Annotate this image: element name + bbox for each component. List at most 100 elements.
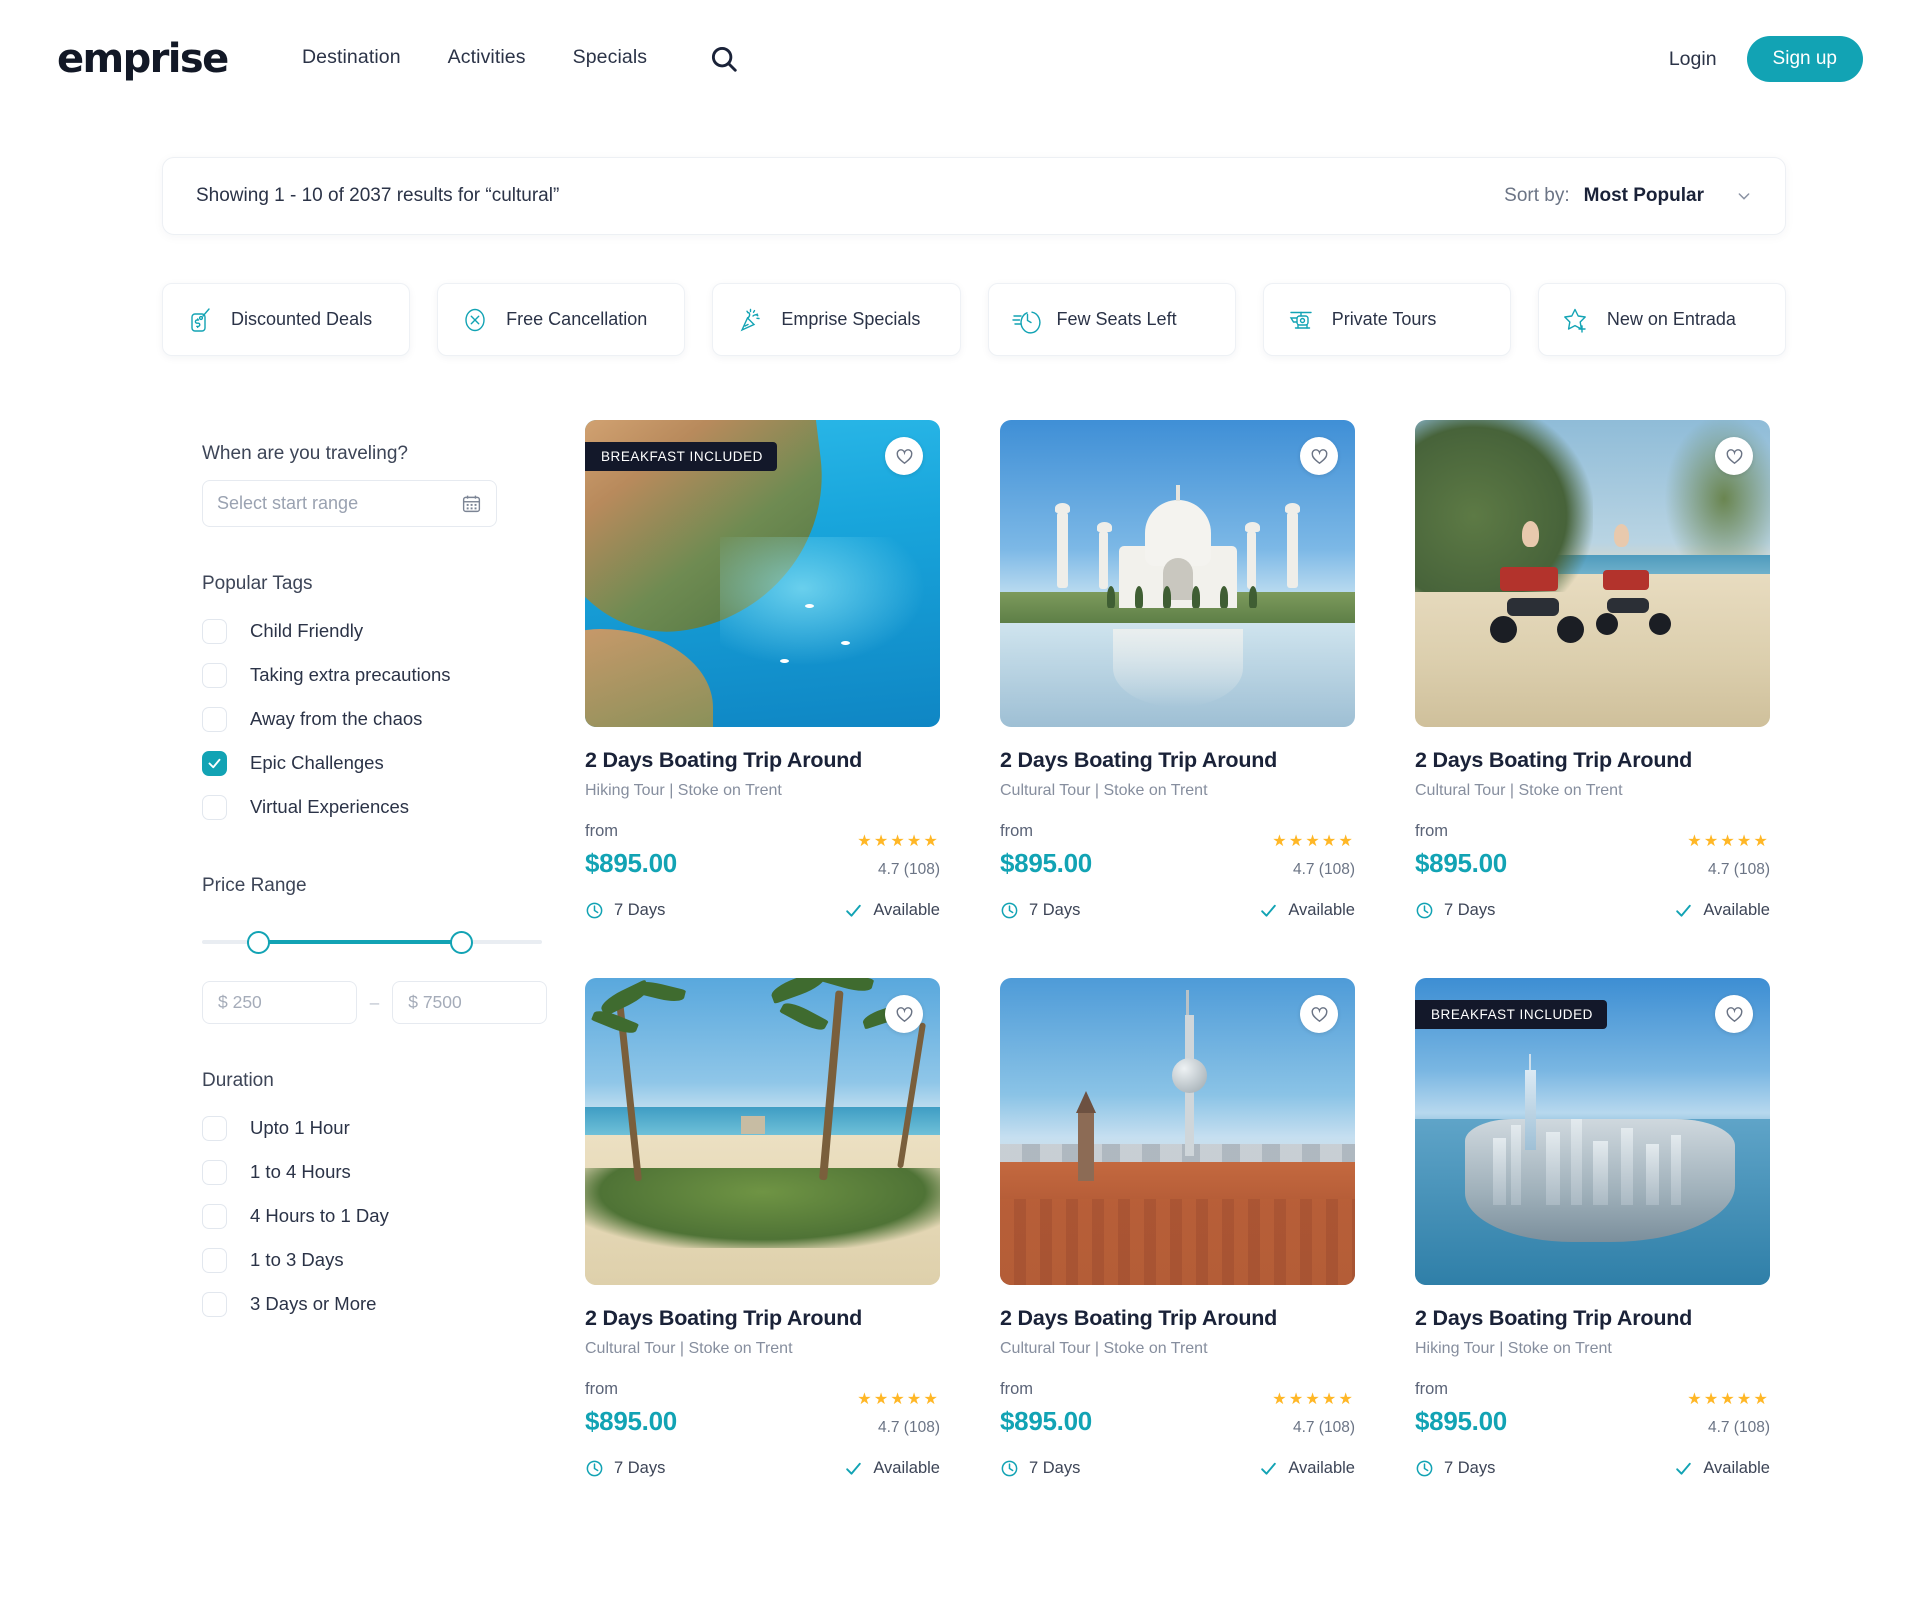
login-link[interactable]: Login <box>1669 48 1717 71</box>
rating-stars: ★★★★★ <box>1687 833 1770 850</box>
favorite-heart-icon[interactable] <box>1300 437 1338 475</box>
date-range-input[interactable]: Select start range <box>202 480 497 527</box>
tour-thumbnail[interactable]: BREAKFAST INCLUDED <box>1415 978 1770 1285</box>
tour-card[interactable]: 2 Days Boating Trip Around Cultural Tour… <box>1000 978 1355 1478</box>
checkbox[interactable] <box>202 794 227 820</box>
duration-section: Duration Upto 1 Hour 1 to 4 Hours 4 Hour… <box>202 1070 547 1326</box>
sort-dropdown[interactable]: Sort by: Most Popular <box>1504 185 1752 207</box>
favorite-heart-icon[interactable] <box>1715 437 1753 475</box>
price-range-title: Price Range <box>202 875 307 896</box>
tag-child-friendly[interactable]: Child Friendly <box>202 609 547 653</box>
tour-subtitle: Hiking Tour | Stoke on Trent <box>1415 1340 1612 1357</box>
tag-taking-extra-precautions[interactable]: Taking extra precautions <box>202 653 547 697</box>
checkbox[interactable] <box>202 662 227 688</box>
filter-chip-emprise-specials[interactable]: Emprise Specials <box>712 283 961 356</box>
duration-1-to-4-hours[interactable]: 1 to 4 Hours <box>202 1150 547 1194</box>
check-icon <box>844 1459 863 1478</box>
price-range-slider[interactable] <box>202 927 542 957</box>
tour-meta-row: 7 Days Available <box>585 1459 940 1478</box>
checkbox[interactable] <box>202 618 227 644</box>
filter-chip-label: Discounted Deals <box>231 309 373 329</box>
tour-card[interactable]: 2 Days Boating Trip Around Cultural Tour… <box>585 978 940 1478</box>
checkbox[interactable] <box>202 750 227 776</box>
tour-availability-label: Available <box>1703 1459 1770 1477</box>
tour-card[interactable]: 2 Days Boating Trip Around Cultural Tour… <box>1415 420 1770 920</box>
search-icon[interactable] <box>709 44 739 74</box>
date-filter-title: When are you traveling? <box>202 443 408 464</box>
slider-handle-max[interactable] <box>450 931 473 954</box>
results-count-text: Showing 1 - 10 of 2037 results for “cult… <box>196 185 560 206</box>
tour-card[interactable]: BREAKFAST INCLUDED 2 Days Boating Trip A… <box>1415 978 1770 1478</box>
price-from-label: from <box>585 1380 618 1398</box>
favorite-heart-icon[interactable] <box>1715 995 1753 1033</box>
tour-card-grid: BREAKFAST INCLUDED 2 Days Boating Trip A… <box>585 420 1770 1478</box>
checkbox[interactable] <box>202 706 227 732</box>
check-icon <box>844 901 863 920</box>
tour-thumbnail[interactable] <box>1000 978 1355 1285</box>
date-range-placeholder: Select start range <box>217 493 359 513</box>
brand-logo[interactable]: emprise <box>57 36 229 82</box>
tag-label: Virtual Experiences <box>250 796 410 817</box>
chevron-down-icon <box>1736 188 1752 204</box>
nav-item-specials[interactable]: Specials <box>573 46 648 69</box>
checkbox[interactable] <box>202 1247 227 1273</box>
duration-4-hours-to-1-day[interactable]: 4 Hours to 1 Day <box>202 1194 547 1238</box>
tour-subtitle: Hiking Tour | Stoke on Trent <box>585 782 782 799</box>
tour-meta-row: 7 Days Available <box>1415 1459 1770 1478</box>
duration-3-days-or-more[interactable]: 3 Days or More <box>202 1282 547 1326</box>
checkbox[interactable] <box>202 1203 227 1229</box>
tag-label: Child Friendly <box>250 620 364 641</box>
tour-thumbnail[interactable]: BREAKFAST INCLUDED <box>585 420 940 727</box>
clock-icon <box>1415 1459 1434 1478</box>
favorite-heart-icon[interactable] <box>1300 995 1338 1033</box>
tour-thumbnail[interactable] <box>1415 420 1770 727</box>
filter-chip-new-on-entrada[interactable]: New on Entrada <box>1537 283 1787 356</box>
tag-label: Taking extra precautions <box>250 664 451 685</box>
tour-thumbnail[interactable] <box>585 978 940 1285</box>
signup-button[interactable]: Sign up <box>1746 36 1863 82</box>
rating-value: 4.7 (108) <box>877 1419 940 1436</box>
filter-chip-label: New on Entrada <box>1606 309 1736 329</box>
tour-price-rating: from $895.00 ★★★★★ 4.7 (108) <box>1000 822 1355 879</box>
checkbox[interactable] <box>202 1115 227 1141</box>
price-from-label: from <box>1000 822 1033 840</box>
tag-epic-challenges[interactable]: Epic Challenges <box>202 741 547 785</box>
favorite-heart-icon[interactable] <box>885 995 923 1033</box>
tag-virtual-experiences[interactable]: Virtual Experiences <box>202 785 547 829</box>
checkbox[interactable] <box>202 1159 227 1185</box>
clock-icon <box>1000 1459 1019 1478</box>
filter-chip-discounted-deals[interactable]: Discounted Deals <box>162 283 411 356</box>
tour-thumbnail[interactable] <box>1000 420 1355 727</box>
duration-1-to-3-days[interactable]: 1 to 3 Days <box>202 1238 547 1282</box>
tour-price-rating: from $895.00 ★★★★★ 4.7 (108) <box>1415 822 1770 879</box>
tour-price-rating: from $895.00 ★★★★★ 4.7 (108) <box>585 1380 940 1437</box>
tour-price: $895.00 <box>585 1406 677 1436</box>
filter-chip-free-cancellation[interactable]: Free Cancellation <box>437 283 686 356</box>
tour-title: 2 Days Boating Trip Around <box>1415 1306 1693 1330</box>
nav-item-destination[interactable]: Destination <box>302 46 401 69</box>
tour-price: $895.00 <box>1415 1406 1507 1436</box>
tour-card[interactable]: BREAKFAST INCLUDED 2 Days Boating Trip A… <box>585 420 940 920</box>
checkbox[interactable] <box>202 1291 227 1317</box>
tour-price-rating: from $895.00 ★★★★★ 4.7 (108) <box>585 822 940 879</box>
tour-meta-row: 7 Days Available <box>1415 901 1770 920</box>
filter-chip-few-seats-left[interactable]: Few Seats Left <box>987 283 1236 356</box>
favorite-heart-icon[interactable] <box>885 437 923 475</box>
tour-duration: 7 Days <box>1415 901 1495 920</box>
nav-item-activities[interactable]: Activities <box>448 46 526 69</box>
price-from-label: from <box>585 822 618 840</box>
tag-away-from-the-chaos[interactable]: Away from the chaos <box>202 697 547 741</box>
tour-title: 2 Days Boating Trip Around <box>585 1306 863 1330</box>
check-icon <box>1259 1459 1278 1478</box>
price-max-input[interactable]: $ 7500 <box>392 981 547 1024</box>
slider-handle-min[interactable] <box>247 931 270 954</box>
tour-meta-row: 7 Days Available <box>1000 1459 1355 1478</box>
filters-sidebar: When are you traveling? Select start ran… <box>202 443 547 1326</box>
price-min-input[interactable]: $ 250 <box>202 981 357 1024</box>
filter-chip-private-tours[interactable]: Private Tours <box>1262 283 1511 356</box>
site-header: emprise Destination Activities Specials … <box>0 0 1920 118</box>
sort-selected-value: Most Popular <box>1583 185 1704 206</box>
duration-upto-1-hour[interactable]: Upto 1 Hour <box>202 1106 547 1150</box>
price-input-group: $ 250 – $ 7500 <box>202 981 547 1024</box>
tour-card[interactable]: 2 Days Boating Trip Around Cultural Tour… <box>1000 420 1355 920</box>
